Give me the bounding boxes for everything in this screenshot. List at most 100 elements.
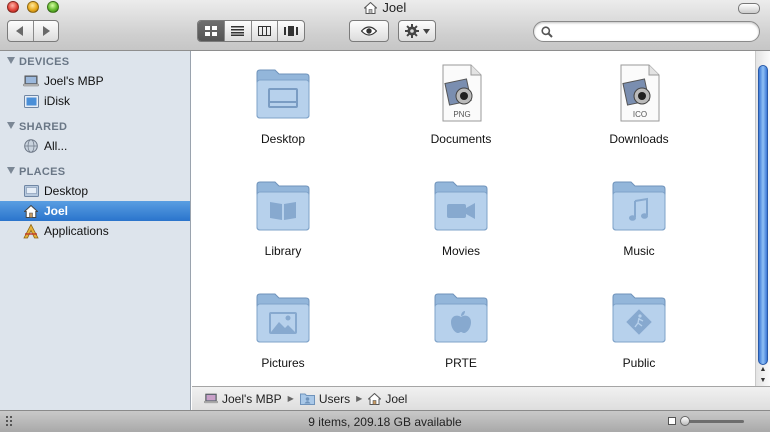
file-item-label: Public [622,356,656,370]
ico-file-icon: ICO [620,64,660,122]
sidebar-item-label: Desktop [44,184,89,198]
file-item-music[interactable]: Music [564,167,714,267]
toolbar-toggle-button[interactable] [738,3,760,14]
slider-knob[interactable] [680,416,690,426]
column-view-button[interactable] [252,21,279,41]
path-item-joels-mbp[interactable]: Joel's MBP [204,392,282,406]
sidebar-section-shared[interactable]: SHARED [7,121,67,133]
icon-view-button[interactable] [198,21,225,41]
eye-icon [361,26,377,36]
sidebar-item-applications[interactable]: Applications [0,221,190,241]
path-item-label: Joel's MBP [222,391,282,406]
column-view-icon [257,26,271,36]
network-globe-icon [24,139,38,153]
file-item-label: PRTE [445,356,477,370]
quick-look-button[interactable] [349,20,389,42]
gear-icon [404,24,419,38]
scrollbar-thumb[interactable] [758,65,768,365]
pictures-folder-icon [256,293,310,343]
path-item-label: Users [318,391,351,406]
movies-folder-icon [434,181,488,231]
file-item-prte[interactable]: PRTE [386,279,536,379]
scroll-arrows: ▲ ▼ [756,364,770,386]
file-item-movies[interactable]: Movies [386,167,536,267]
file-item-public[interactable]: Public [564,279,714,379]
file-item-desktop[interactable]: Desktop [208,55,358,155]
vertical-scrollbar[interactable]: ▲ ▼ [755,51,770,386]
apple-folder-icon [434,293,488,343]
file-item-label: Desktop [260,132,306,146]
sidebar-item-label: All... [44,139,68,153]
folder-icon [299,393,315,405]
icon-size-slider[interactable] [668,415,746,427]
small-icon-size-icon [668,417,676,425]
path-item-joel[interactable]: Joel [368,392,407,406]
sidebar-item-idisk[interactable]: iDisk [0,91,190,111]
scroll-up-arrow-icon[interactable]: ▲ [756,364,770,375]
window-title: Joel [0,0,770,16]
sidebar-item-all[interactable]: All... [0,136,190,156]
sidebar-item-label: Joel's MBP [44,74,104,88]
toolbar: Joel [0,0,770,51]
scroll-down-arrow-icon[interactable]: ▼ [756,375,770,386]
sidebar-item-joels-mbp[interactable]: Joel's MBP [0,71,190,91]
path-bar: Joel's MBP ▶ Users ▶ Joel [192,386,770,410]
sidebar-section-devices[interactable]: DEVICES [7,56,69,68]
forward-button[interactable] [34,21,59,41]
coverflow-view-button[interactable] [278,21,304,41]
music-folder-icon [612,181,666,231]
list-view-button[interactable] [225,21,252,41]
finder-window: Joel DEVICES Joel's MBP iDisk SHARED All… [0,0,770,432]
status-text: 9 items, 209.18 GB available [308,415,462,429]
desktop-folder-icon [256,69,310,119]
sidebar-item-label: Joel [44,204,69,218]
file-item-label: Pictures [261,356,305,370]
file-item-downloads[interactable]: ICO Downloads [564,55,714,155]
home-icon [24,204,38,218]
library-folder-icon [256,181,310,231]
window-title-text: Joel [382,0,407,15]
coverflow-view-icon [284,26,299,36]
action-menu-button[interactable] [398,20,436,42]
file-item-label: Library [264,244,302,258]
sidebar-item-label: iDisk [44,94,70,108]
sidebar-item-joel[interactable]: Joel [0,201,190,221]
back-button[interactable] [8,21,34,41]
applications-icon [23,223,39,238]
sidebar: DEVICES Joel's MBP iDisk SHARED All... P… [0,51,191,410]
icon-view-icon [204,25,217,36]
home-icon [368,392,382,405]
path-separator-icon: ▶ [287,394,294,403]
nav-buttons [7,20,59,42]
file-item-library[interactable]: Library [208,167,358,267]
sidebar-item-label: Applications [44,224,109,238]
sidebar-item-desktop[interactable]: Desktop [0,181,190,201]
home-icon [362,1,378,14]
file-item-label: Documents [430,132,492,146]
path-separator-icon: ▶ [356,394,363,403]
file-item-pictures[interactable]: Pictures [208,279,358,379]
slider-track[interactable] [682,420,744,423]
chevron-left-icon [16,26,24,36]
file-grid: Desktop PNG Documents ICO Downloads Libr… [192,51,755,386]
chevron-down-icon [422,28,430,34]
file-item-label: Music [623,244,655,258]
path-item-users[interactable]: Users [299,391,351,406]
file-item-label: Downloads [609,132,669,146]
search-icon [541,26,553,38]
file-item-documents[interactable]: PNG Documents [386,55,536,155]
path-item-label: Joel [385,391,408,406]
desktop-icon [23,185,39,197]
file-badge: ICO [633,110,647,119]
sidebar-section-places[interactable]: PLACES [7,166,65,178]
search-input[interactable] [558,24,752,41]
chevron-right-icon [42,26,50,36]
view-switcher [197,20,305,42]
public-folder-icon [612,293,666,343]
search-field[interactable] [533,21,760,42]
idisk-icon [23,94,39,108]
list-view-icon [231,26,245,36]
laptop-icon [204,393,218,404]
file-item-label: Movies [441,244,480,258]
status-bar: 9 items, 209.18 GB available [0,410,770,432]
